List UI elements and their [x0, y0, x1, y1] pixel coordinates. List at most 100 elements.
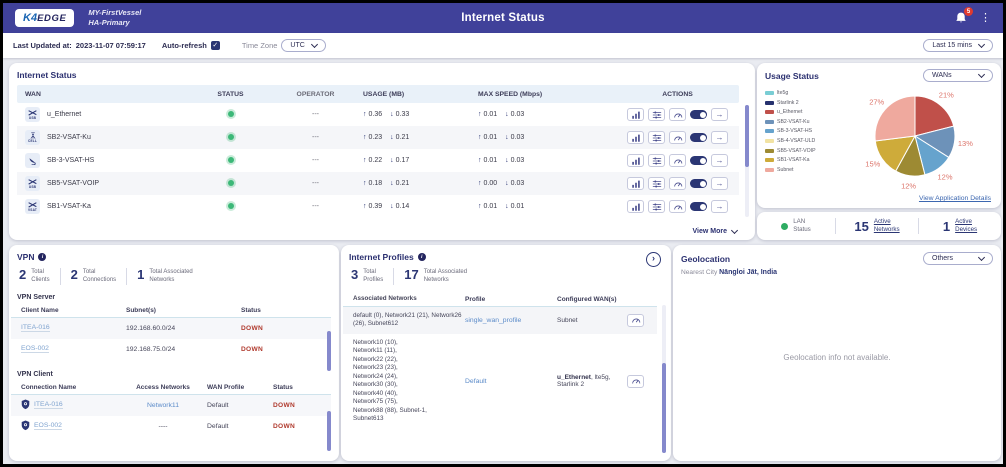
arrow-up-icon: ↑ — [478, 157, 482, 164]
client-name-link[interactable]: ITEA-016 — [21, 324, 50, 333]
usage-graph-button[interactable] — [627, 131, 644, 144]
wan-table: WANSTATUSOPERATORUSAGE (MB)MAX SPEED (Mb… — [17, 85, 739, 218]
legend-item[interactable]: SB-4-VSAT-ULD — [765, 138, 816, 144]
wan-cell: VSATSB1-VSAT-Ka — [17, 199, 193, 214]
legend-item[interactable]: SB5-VSAT-VOIP — [765, 148, 816, 154]
vpn-server-header: Client NameSubnet(s)Status — [11, 304, 331, 318]
column-header-associated-networks: Associated Networks — [343, 295, 465, 304]
profile-speed-test-button[interactable] — [627, 375, 644, 388]
max-speed-cell: ↑0.00↓0.03 — [478, 180, 616, 187]
status-cell — [193, 157, 268, 165]
legend-item[interactable]: lte5g — [765, 90, 816, 96]
speed-test-button[interactable] — [669, 108, 686, 121]
connection-name-link[interactable]: EOS-002 — [34, 422, 62, 431]
configure-button[interactable] — [648, 200, 665, 213]
access-network-link[interactable]: Network11 — [147, 402, 179, 409]
chevron-down-icon — [311, 41, 318, 48]
speed-test-button[interactable] — [669, 200, 686, 213]
metric-value: 0.03 — [511, 157, 525, 164]
status-up-indicator — [228, 203, 234, 209]
metric-value: 0.14 — [396, 203, 410, 210]
info-icon[interactable] — [418, 253, 426, 261]
profile-link[interactable]: single_wan_profile — [465, 317, 521, 324]
info-icon[interactable] — [38, 253, 46, 261]
vpn-client-row: ITEA-016Network11DefaultDOWN — [11, 395, 331, 416]
wan-name[interactable]: SB1-VSAT-Ka — [47, 203, 91, 210]
vpn-client-scrollbar[interactable] — [327, 411, 331, 451]
arrow-up-icon: ↑ — [363, 180, 367, 187]
legend-item[interactable]: u_Ethernet — [765, 109, 816, 115]
usage-graph-button[interactable] — [627, 154, 644, 167]
wan-enable-toggle[interactable] — [690, 110, 707, 119]
configure-button[interactable] — [648, 177, 665, 190]
column-header-status: Status — [273, 384, 331, 391]
profile-actions-cell — [627, 314, 657, 327]
profile-row: default (0), Network21 (21), Network26 (… — [343, 307, 657, 334]
geolocation-scope-select[interactable]: Others — [923, 252, 993, 265]
active-networks-link[interactable]: Active Networks — [874, 218, 900, 234]
speed-test-button[interactable] — [669, 154, 686, 167]
timezone-value: UTC — [290, 42, 304, 49]
status-cell — [193, 111, 268, 119]
usage-graph-button[interactable] — [627, 108, 644, 121]
wan-name[interactable]: SB2-VSAT-Ku — [47, 134, 91, 141]
column-header-actions: ACTIONS — [616, 91, 739, 98]
nearest-city-label: Nearest City — [681, 269, 717, 276]
wan-details-arrow-button[interactable]: → — [711, 154, 728, 167]
operator-cell: --- — [268, 111, 363, 118]
profile-speed-test-button[interactable] — [627, 314, 644, 327]
active-devices-link[interactable]: Active Devices — [955, 218, 977, 234]
wan-details-arrow-button[interactable]: → — [711, 131, 728, 144]
wan-name[interactable]: SB-3-VSAT-HS — [47, 157, 94, 164]
column-header-configured-wan-s-: Configured WAN(s) — [557, 296, 627, 303]
legend-item[interactable]: SB1-VSAT-Ka — [765, 157, 816, 163]
configure-button[interactable] — [648, 131, 665, 144]
configure-button[interactable] — [648, 154, 665, 167]
pie-slice-label: 15% — [865, 160, 880, 169]
stat-group: 3Total Profiles — [341, 268, 393, 285]
wan-details-arrow-button[interactable]: → — [711, 200, 728, 213]
connection-name-link[interactable]: ITEA-016 — [34, 401, 63, 410]
wan-details-arrow-button[interactable]: → — [711, 108, 728, 121]
vpn-server-scrollbar[interactable] — [327, 331, 331, 371]
wan-details-arrow-button[interactable]: → — [711, 177, 728, 190]
wan-enable-toggle[interactable] — [690, 202, 707, 211]
profiles-scrollbar-thumb[interactable] — [662, 363, 666, 453]
arrow-down-icon: ↓ — [505, 203, 509, 210]
auto-refresh-checkbox[interactable] — [211, 41, 220, 50]
time-range-select[interactable]: Last 15 mins — [923, 39, 993, 52]
notifications-bell-icon[interactable]: 5 — [954, 11, 968, 25]
brand-logo[interactable]: K4 EDGE — [15, 9, 74, 27]
timezone-select[interactable]: UTC — [281, 39, 325, 52]
stat-value: 1 — [137, 268, 144, 285]
legend-item[interactable]: Subnet — [765, 167, 816, 173]
metric-value: 0.39 — [369, 203, 383, 210]
profile-link[interactable]: Default — [465, 378, 487, 385]
wan-enable-toggle[interactable] — [690, 133, 707, 142]
speed-test-button[interactable] — [669, 177, 686, 190]
legend-item[interactable]: SB-3-VSAT-HS — [765, 128, 816, 134]
legend-item[interactable]: Starlink 2 — [765, 100, 816, 106]
wan-enable-toggle[interactable] — [690, 179, 707, 188]
view-application-details-link[interactable]: View Application Details — [919, 195, 991, 202]
configure-button[interactable] — [648, 108, 665, 121]
nearest-city-value: Nāngloi Jāt, India — [719, 269, 777, 276]
view-more-button[interactable]: View More — [693, 228, 738, 235]
legend-item[interactable]: SB2-VSAT-Ku — [765, 119, 816, 125]
kebab-menu-icon[interactable] — [980, 13, 991, 24]
metric-value: 0.21 — [396, 180, 410, 187]
wan-table-header: WANSTATUSOPERATORUSAGE (MB)MAX SPEED (Mb… — [17, 85, 739, 103]
wan-enable-toggle[interactable] — [690, 156, 707, 165]
legend-label: SB-4-VSAT-ULD — [777, 138, 815, 144]
legend-swatch — [765, 129, 774, 133]
client-name-link[interactable]: EOS-002 — [21, 345, 49, 354]
expand-profiles-button[interactable]: › — [646, 252, 661, 267]
profiles-stats: 3Total Profiles17Total Associated Networ… — [341, 266, 671, 291]
speed-test-button[interactable] — [669, 131, 686, 144]
vpn-panel: VPN 2Total Clients2Total Connections1Tot… — [9, 245, 339, 461]
usage-graph-button[interactable] — [627, 200, 644, 213]
wan-name[interactable]: SB5-VSAT-VOIP — [47, 180, 99, 187]
table-scrollbar-thumb[interactable] — [745, 105, 749, 167]
wan-name[interactable]: u_Ethernet — [47, 111, 81, 118]
usage-graph-button[interactable] — [627, 177, 644, 190]
